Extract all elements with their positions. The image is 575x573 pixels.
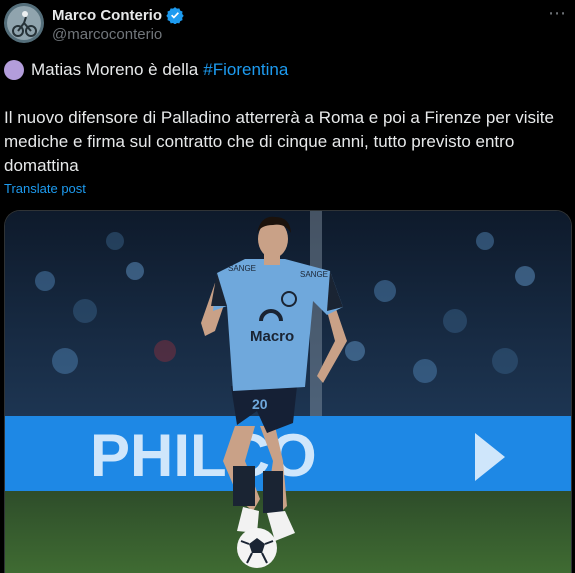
translate-post-link[interactable]: Translate post [4, 181, 86, 196]
football-player-photo: PHILCO 20 SANGE SANGE Macro [5, 211, 571, 573]
avatar[interactable] [4, 3, 44, 43]
author-name[interactable]: Marco Conterio [52, 7, 162, 24]
post-body: Il nuovo difensore di Palladino atterrer… [4, 108, 554, 175]
post-headline: Matias Moreno è della #Fiorentina [4, 58, 565, 82]
author-name-row[interactable]: Marco Conterio [52, 6, 184, 24]
cyclist-avatar-icon [4, 3, 44, 43]
shirt-brand-right: SANGE [300, 270, 328, 279]
author-handle[interactable]: @marcoconterio [52, 26, 162, 43]
tweet-header: Marco Conterio @marcoconterio ⋯ [4, 3, 575, 45]
shirt-brand-left: SANGE [228, 264, 256, 273]
more-options-icon[interactable]: ⋯ [548, 3, 567, 24]
hashtag-link[interactable]: #Fiorentina [203, 58, 288, 82]
shirt-number: 20 [252, 396, 268, 412]
headline-text: Matias Moreno è della [31, 60, 199, 79]
verified-badge-icon [166, 7, 184, 24]
post-image[interactable]: PHILCO 20 SANGE SANGE Macro [4, 210, 572, 573]
shirt-sponsor: Macro [250, 328, 294, 345]
purple-circle-emoji-icon [4, 60, 24, 80]
